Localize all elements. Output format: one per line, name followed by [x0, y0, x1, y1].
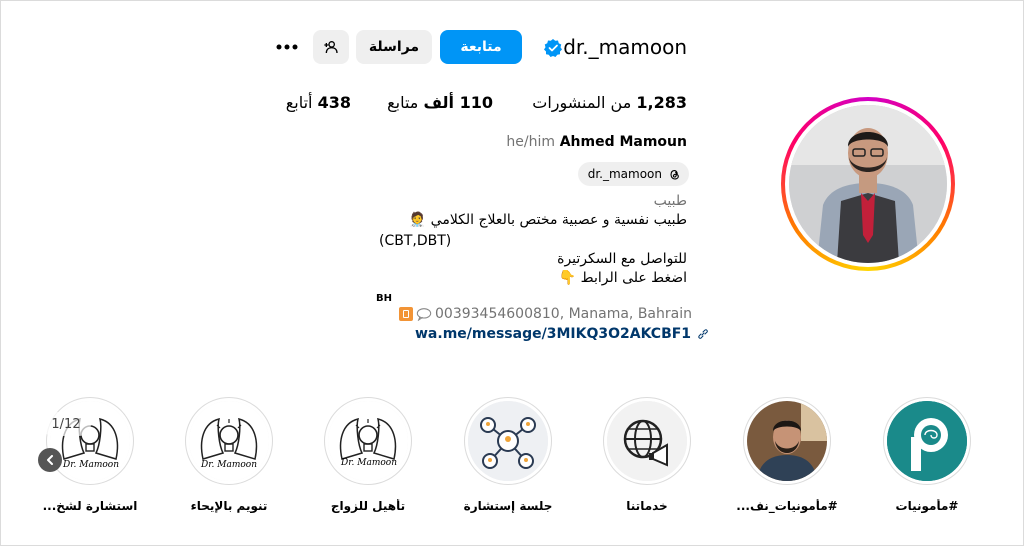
add-person-icon — [324, 41, 338, 54]
logo-text: Dr. Mamoon — [201, 460, 257, 470]
external-link[interactable]: wa.me/message/3MIKQ3O2AKCBF1 — [415, 326, 709, 342]
logo-text: Dr. Mamoon — [341, 458, 397, 468]
profile-page: dr._mamoon متابعة مراسلة 1,283 من المنشو… — [0, 0, 1024, 546]
highlight-label: خدماتنا — [626, 499, 668, 513]
bio-line-1: طبيب نفسية و عصبية مختص بالعلاج الكلامي … — [408, 212, 687, 228]
external-link-text: wa.me/message/3MIKQ3O2AKCBF1 — [415, 326, 692, 342]
posts-label: من المنشورات — [532, 93, 632, 112]
contact-text: 00393454600810, Manama, Bahrain — [435, 306, 692, 322]
following-value: 438 — [317, 93, 351, 112]
following-label: أتابع — [285, 93, 313, 112]
posts-value: 1,283 — [636, 93, 687, 112]
speech-bubble-icon — [416, 308, 432, 321]
highlights-counter: 1/12 — [41, 412, 91, 436]
highlight-label: جلسة إستشارة — [463, 499, 553, 513]
verified-badge-icon — [544, 39, 562, 57]
bio-line-3: للتواصل مع السكرتيرة — [557, 251, 687, 267]
more-options-button[interactable] — [269, 30, 305, 64]
full-name: Ahmed Mamoun — [559, 134, 687, 150]
highlight-item[interactable]: استشارة لشخ... — [43, 397, 137, 513]
person-photo-icon — [747, 401, 827, 481]
bio-line-4: اضغط على الرابط 👇 — [558, 270, 687, 286]
highlight-label: #مأمونيات_نف... — [736, 499, 838, 513]
highlight-label: تأهيل للزواج — [330, 499, 406, 513]
head-lightbulb-icon — [328, 401, 408, 481]
more-icon — [276, 44, 298, 50]
highlight-item[interactable]: جلسة إستشارة — [462, 397, 554, 513]
bio-line-2: (CBT,DBT) — [379, 233, 452, 249]
link-icon — [698, 329, 708, 339]
bio-line-5: BH — [376, 293, 392, 304]
globe-megaphone-icon — [607, 401, 687, 481]
suggested-users-button[interactable] — [313, 30, 349, 64]
threads-link[interactable]: dr._mamoon — [578, 162, 689, 186]
highlights-prev-button[interactable] — [38, 448, 62, 472]
highlight-item[interactable]: خدماتنا — [601, 397, 693, 513]
highlight-item[interactable]: تنويم بالإيحاء — [183, 397, 275, 513]
logo-text: Dr. Mamoon — [63, 460, 119, 470]
pronouns: he/him — [506, 134, 555, 150]
posts-count: 1,283 من المنشورات — [532, 93, 687, 112]
threads-icon — [670, 169, 679, 180]
follow-button[interactable]: متابعة — [440, 30, 522, 64]
highlight-label: تنويم بالإيحاء — [190, 499, 268, 513]
threads-handle: dr._mamoon — [587, 167, 662, 181]
highlight-label: #مأمونيات — [895, 499, 959, 513]
followers-label: متابع — [387, 93, 419, 112]
highlight-item[interactable]: تأهيل للزواج — [322, 397, 414, 513]
brain-logo-icon — [887, 401, 967, 481]
highlight-item[interactable]: #مأمونيات_نف... — [736, 397, 838, 513]
category-label: طبيب — [653, 193, 687, 209]
message-button[interactable]: مراسلة — [356, 30, 432, 64]
avatar-illustration — [789, 105, 947, 263]
chevron-left-icon — [47, 455, 53, 465]
phone-emoji-icon — [399, 307, 413, 321]
highlight-item[interactable]: #مأمونيات — [881, 397, 973, 513]
followers-count[interactable]: 110 ألف متابع — [387, 93, 493, 112]
followers-value: 110 ألف — [423, 93, 493, 112]
network-people-icon — [468, 401, 548, 481]
profile-avatar[interactable] — [781, 97, 955, 271]
following-count[interactable]: 438 أتابع — [286, 93, 351, 112]
avatar-photo — [789, 105, 947, 263]
contact-info: 00393454600810, Manama, Bahrain — [399, 306, 692, 322]
highlight-label: استشارة لشخ... — [42, 499, 138, 513]
profile-username: dr._mamoon — [563, 35, 687, 59]
